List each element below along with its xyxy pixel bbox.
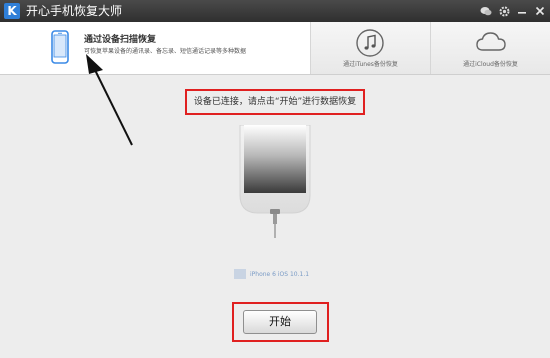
gear-icon[interactable] xyxy=(498,5,510,17)
tab-icloud-backup[interactable]: 通过iCloud备份恢复 xyxy=(431,22,550,74)
app-title: 开心手机恢复大师 xyxy=(26,4,123,18)
tab-icloud-backup-label: 通过iCloud备份恢复 xyxy=(463,61,518,68)
device-thumbnail-icon xyxy=(234,269,246,279)
instruction-highlight: 设备已连接，请点击“开始”进行数据恢复 xyxy=(185,89,365,115)
app-logo: K xyxy=(4,3,20,19)
mode-tab-bar: 通过设备扫描恢复 可恢复苹果设备的通讯录、备忘录、短信通话记录等多种数据 通过i… xyxy=(0,22,550,75)
tab-itunes-backup-label: 通过iTunes备份恢复 xyxy=(343,61,398,68)
tab-device-scan[interactable]: 通过设备扫描恢复 可恢复苹果设备的通讯录、备忘录、短信通话记录等多种数据 xyxy=(0,22,311,74)
title-bar: K 开心手机恢复大师 xyxy=(0,0,550,22)
cloud-icon xyxy=(475,28,507,60)
window-controls xyxy=(480,3,546,19)
connected-device-info: iPhone 6 iOS 10.1.1 xyxy=(234,268,309,280)
minimize-icon[interactable] xyxy=(516,5,528,17)
start-button[interactable]: 开始 xyxy=(243,310,317,334)
phone-icon xyxy=(50,30,70,68)
instruction-text: 设备已连接，请点击“开始”进行数据恢复 xyxy=(193,97,357,107)
tab-itunes-backup[interactable]: 通过iTunes备份恢复 xyxy=(311,22,431,74)
start-button-highlight: 开始 xyxy=(232,302,329,342)
tab-device-scan-title: 通过设备扫描恢复 xyxy=(84,35,157,45)
phone-illustration xyxy=(230,124,320,244)
music-note-icon xyxy=(355,28,385,62)
tab-device-scan-description: 可恢复苹果设备的通讯录、备忘录、短信通话记录等多种数据 xyxy=(84,48,247,55)
close-icon[interactable] xyxy=(534,5,546,17)
app-window: K 开心手机恢复大师 通过设备扫描恢复 可恢复苹果设备的通讯录、备忘录、短信通话… xyxy=(0,0,550,358)
chat-icon[interactable] xyxy=(480,5,492,17)
device-name: iPhone 6 iOS 10.1.1 xyxy=(250,270,310,278)
